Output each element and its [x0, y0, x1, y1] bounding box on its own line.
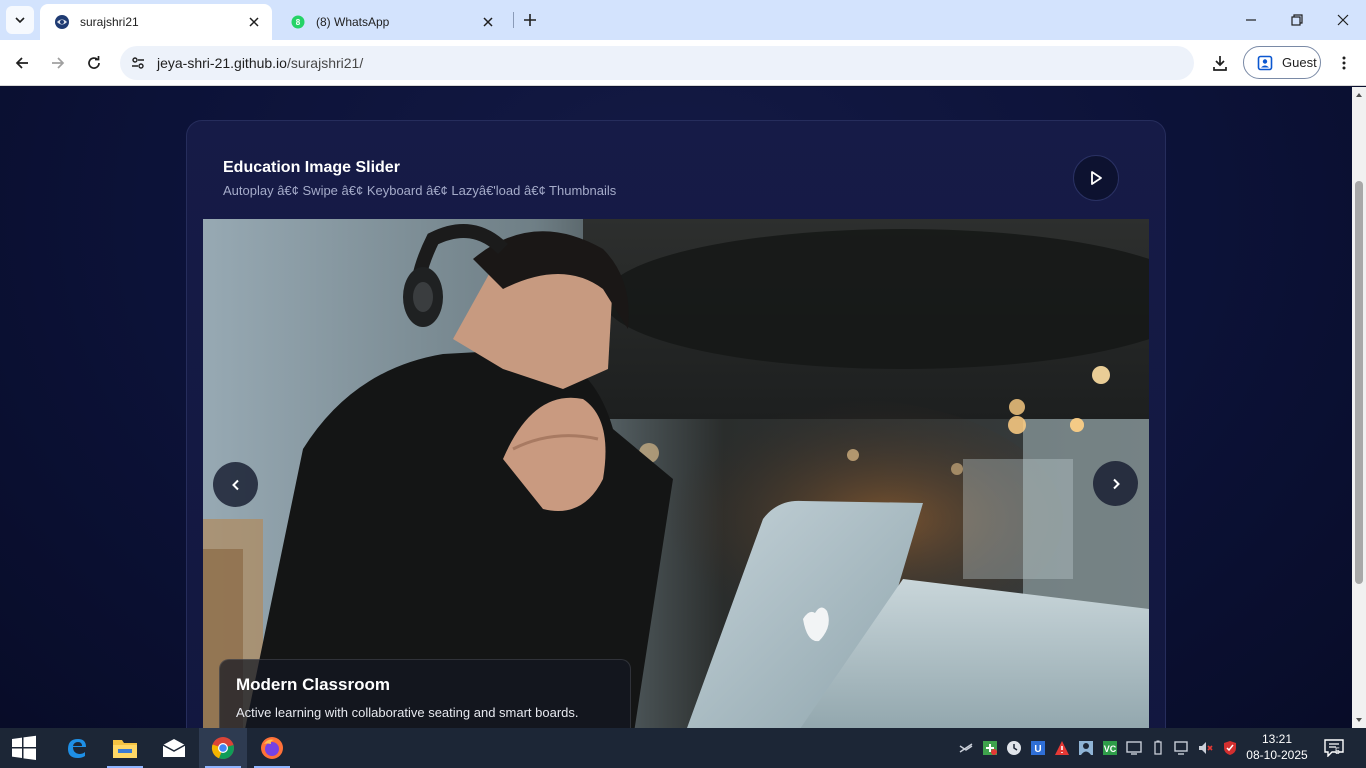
system-clock[interactable]: 13:21 08-10-2025	[1242, 731, 1312, 763]
next-slide-button[interactable]	[1093, 461, 1138, 506]
slide-caption: Modern Classroom Active learning with co…	[219, 659, 631, 728]
browser-menu-button[interactable]	[1330, 49, 1358, 77]
restore-button[interactable]	[1274, 0, 1320, 40]
tab-whatsapp[interactable]: 8 (8) WhatsApp	[276, 4, 506, 40]
mail-icon	[162, 739, 186, 757]
new-tab-button[interactable]	[518, 8, 542, 32]
antivirus-icon[interactable]	[1222, 740, 1238, 756]
svg-text:8: 8	[296, 18, 301, 27]
scroll-thumb[interactable]	[1355, 181, 1363, 584]
chevron-left-icon	[231, 479, 239, 490]
url-path: /surajshri21/	[286, 55, 364, 71]
url-text: jeya-shri-21.github.io/surajshri21/	[157, 55, 363, 71]
site-settings-icon[interactable]	[128, 53, 148, 73]
whatsapp-icon: 8	[290, 14, 306, 30]
close-window-button[interactable]	[1320, 0, 1366, 40]
hidden-icons[interactable]	[958, 740, 974, 756]
svg-text:U: U	[1034, 744, 1041, 755]
url-host: jeya-shri-21.github.io	[157, 55, 287, 71]
action-center-button[interactable]: 5	[1322, 736, 1346, 760]
scroll-down-arrow-icon[interactable]	[1355, 716, 1363, 724]
tab-search-button[interactable]	[6, 6, 34, 34]
user-account-icon[interactable]	[1078, 740, 1094, 756]
edge-icon	[68, 739, 86, 758]
close-icon	[1337, 14, 1349, 26]
page-scrollbar[interactable]	[1352, 87, 1366, 728]
clock-date: 08-10-2025	[1246, 748, 1308, 762]
download-icon	[1213, 56, 1227, 71]
tab-separator	[513, 12, 514, 28]
slider-title: Education Image Slider	[223, 159, 400, 176]
outlook-icon[interactable]: U	[1030, 740, 1046, 756]
student-laptop-photo	[203, 219, 1149, 728]
tab-title: (8) WhatsApp	[316, 15, 390, 29]
restore-icon	[1291, 14, 1303, 26]
windows-taskbar: U VC 13:21 08-10-2025 5	[0, 728, 1366, 768]
forward-arrow-icon	[52, 57, 65, 69]
browser-tab-strip: surajshri21 8 (8) WhatsApp	[0, 0, 1366, 40]
chevron-right-icon	[1112, 478, 1120, 489]
network-icon[interactable]	[1174, 740, 1190, 756]
taskbar-chrome[interactable]	[199, 728, 247, 768]
browser-toolbar: jeya-shri-21.github.io/surajshri21/ Gues…	[0, 40, 1366, 86]
close-tab-icon[interactable]	[244, 12, 264, 32]
warning-icon[interactable]	[1054, 740, 1070, 756]
scroll-up-arrow-icon[interactable]	[1355, 91, 1363, 99]
guest-profile-icon	[1256, 54, 1274, 72]
notification-count: 5	[1335, 746, 1341, 756]
network-security-icon[interactable]	[982, 740, 998, 756]
slide-caption-description: Active learning with collaborative seati…	[236, 705, 579, 720]
taskbar-edge[interactable]	[53, 728, 101, 768]
chrome-icon	[211, 737, 234, 760]
clock-time: 13:21	[1261, 732, 1293, 746]
previous-slide-button[interactable]	[213, 462, 258, 507]
notification-icon	[1324, 739, 1344, 757]
tab-surajshri21[interactable]: surajshri21	[40, 4, 272, 40]
profile-label: Guest	[1282, 55, 1317, 70]
clock-app-icon[interactable]	[1006, 740, 1022, 756]
slider-card: Education Image Slider Autoplay â€¢ Swip…	[186, 120, 1166, 728]
plus-icon	[524, 14, 536, 26]
forward-button[interactable]	[44, 49, 72, 77]
page-viewport: Education Image Slider Autoplay â€¢ Swip…	[0, 87, 1352, 728]
back-button[interactable]	[8, 49, 36, 77]
downloads-button[interactable]	[1206, 49, 1234, 77]
slide-caption-title: Modern Classroom	[236, 675, 390, 694]
slide-image-area[interactable]: Modern Classroom Active learning with co…	[203, 219, 1149, 728]
tab-title: surajshri21	[80, 15, 139, 29]
taskbar-mail[interactable]	[150, 728, 198, 768]
screen-icon[interactable]	[1126, 740, 1142, 756]
address-bar[interactable]: jeya-shri-21.github.io/surajshri21/	[120, 46, 1194, 80]
firefox-icon	[261, 737, 283, 759]
slider-subtitle: Autoplay â€¢ Swipe â€¢ Keyboard â€¢ Lazy…	[223, 183, 617, 198]
profile-button[interactable]: Guest	[1243, 46, 1321, 79]
more-vert-icon	[1342, 56, 1346, 70]
start-button[interactable]	[0, 728, 48, 768]
globe-icon	[54, 14, 70, 30]
close-tab-icon[interactable]	[478, 12, 498, 32]
play-icon	[1091, 171, 1102, 185]
reload-button[interactable]	[80, 49, 108, 77]
autoplay-toggle-button[interactable]	[1073, 155, 1119, 201]
minimize-icon	[1246, 19, 1256, 21]
reload-icon	[88, 56, 100, 69]
start-icon	[12, 735, 36, 760]
back-arrow-icon	[15, 57, 28, 69]
vpn-icon[interactable]: VC	[1102, 740, 1118, 756]
volume-muted-icon[interactable]	[1198, 740, 1214, 756]
battery-icon[interactable]	[1150, 740, 1166, 756]
chevron-down-icon	[15, 17, 25, 24]
file-explorer-icon	[113, 740, 137, 758]
taskbar-file-explorer[interactable]	[101, 728, 149, 768]
taskbar-firefox[interactable]	[248, 728, 296, 768]
svg-text:VC: VC	[1104, 744, 1117, 754]
minimize-button[interactable]	[1228, 0, 1274, 40]
